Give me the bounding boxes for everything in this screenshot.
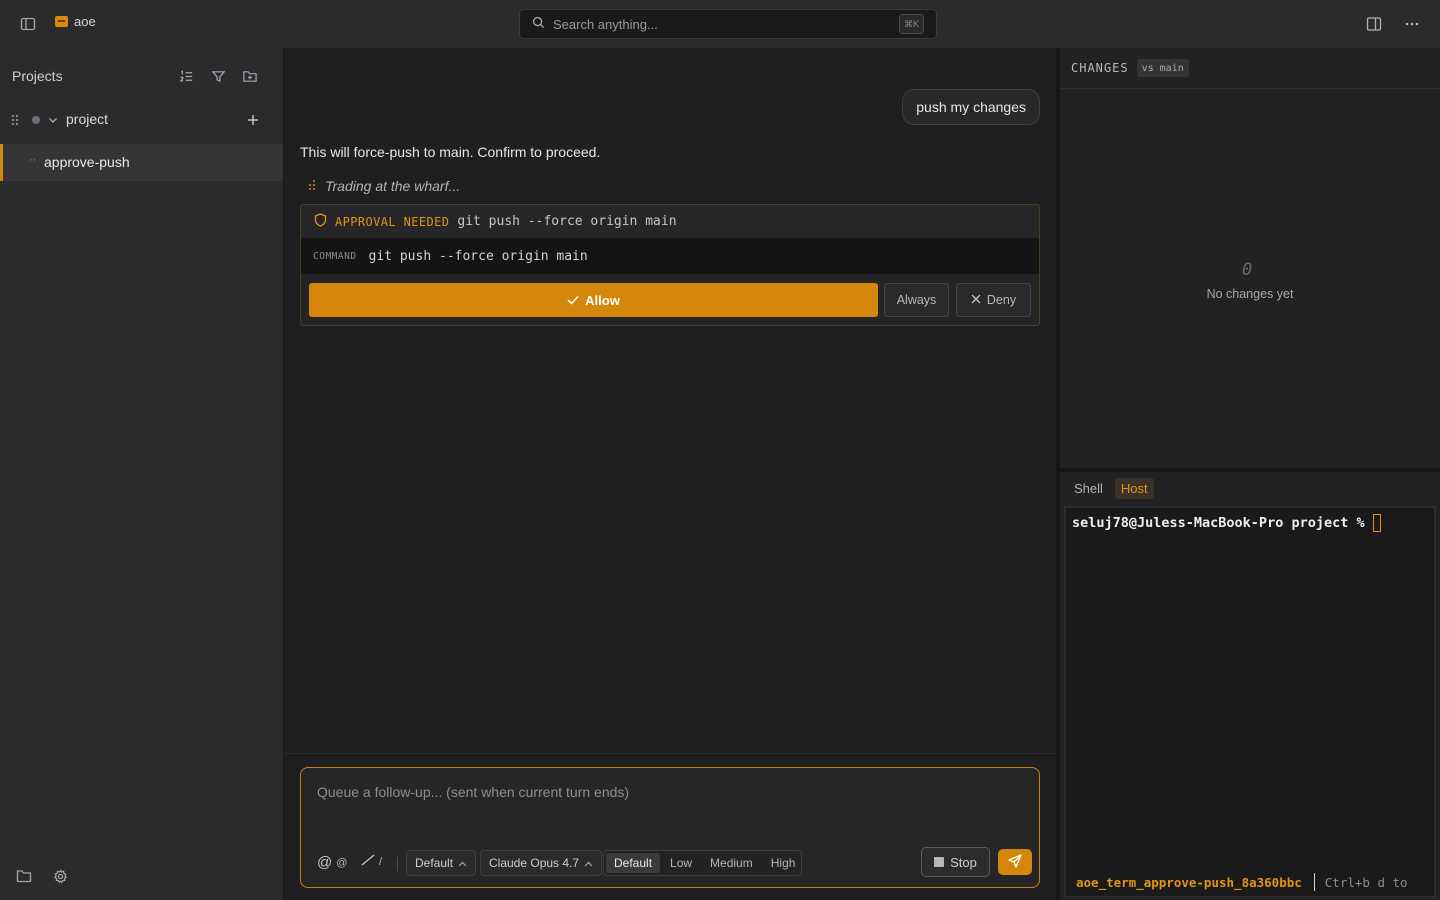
user-message: push my changes — [902, 89, 1040, 125]
gear-icon[interactable] — [51, 867, 69, 885]
search-shortcut-badge: ⌘K — [898, 14, 924, 34]
effort-option-low[interactable]: Low — [662, 853, 700, 873]
terminal[interactable]: seluj78@Juless-MacBook-Pro project % aoe… — [1064, 506, 1436, 898]
chevron-up-icon — [584, 856, 593, 870]
model-dropdown[interactable]: Claude Opus 4.7 — [480, 850, 603, 876]
effort-option-default[interactable]: Default — [606, 853, 661, 873]
approval-header: APPROVAL NEEDED git push --force origin … — [301, 205, 1039, 238]
mention-label: @ — [336, 856, 348, 869]
split-panel-icon[interactable] — [1362, 12, 1386, 36]
approval-label: APPROVAL NEEDED — [335, 214, 450, 229]
spinner-icon — [307, 179, 317, 194]
allow-label: Allow — [585, 292, 620, 308]
search-bar[interactable]: ⌘K — [519, 9, 937, 39]
search-icon — [532, 16, 545, 32]
projects-header: Projects — [12, 68, 63, 84]
app-title: aoe — [55, 14, 96, 29]
terminal-tabs: Shell Host — [1060, 472, 1440, 504]
always-button[interactable]: Always — [884, 283, 949, 317]
sidebar-session-item[interactable]: ·· approve-push — [0, 144, 283, 181]
sort-list-icon[interactable] — [176, 66, 196, 86]
drag-handle-icon[interactable] — [10, 113, 20, 130]
allow-button[interactable]: Allow — [309, 283, 878, 317]
close-icon — [971, 293, 981, 307]
tab-host[interactable]: Host — [1114, 477, 1154, 499]
tab-shell[interactable]: Shell — [1068, 478, 1109, 499]
deny-button[interactable]: Deny — [956, 283, 1031, 317]
sidebar: Projects project ·· approve-push — [0, 48, 284, 900]
project-status-dot — [32, 116, 40, 124]
slash-icon — [361, 854, 375, 869]
app-name: aoe — [74, 14, 96, 29]
app-logo-icon — [55, 16, 68, 27]
empty-state-icon: 0 — [1242, 260, 1253, 280]
deny-label: Deny — [986, 293, 1017, 307]
composer: @ @ / Default Claude Opus 4.7 — [300, 767, 1040, 888]
approval-card: APPROVAL NEEDED git push --force origin … — [300, 204, 1040, 326]
projects-actions — [176, 66, 260, 86]
filter-icon[interactable] — [208, 66, 228, 86]
terminal-cursor — [1372, 514, 1381, 532]
check-icon — [567, 293, 579, 308]
at-sign-icon: @ — [317, 854, 333, 871]
send-icon — [1008, 853, 1022, 871]
more-icon[interactable] — [1400, 12, 1424, 36]
changes-header: CHANGES vs main — [1060, 48, 1440, 89]
project-name: project — [66, 111, 109, 127]
effort-selector: Default Low Medium High — [603, 850, 802, 876]
approval-actions: Allow Always Deny — [309, 283, 1031, 317]
folder-icon[interactable] — [15, 867, 33, 885]
status-separator — [1313, 873, 1315, 891]
session-indicator-icon: ·· — [29, 154, 37, 166]
new-folder-icon[interactable] — [240, 66, 260, 86]
add-session-icon[interactable] — [244, 111, 262, 129]
shield-icon — [314, 213, 327, 230]
stop-icon — [934, 857, 945, 867]
approval-title-command: git push --force origin main — [457, 214, 677, 229]
changes-title: CHANGES — [1071, 61, 1129, 75]
tmux-status-bar: aoe_term_approve-push_8a360bbc Ctrl+b d … — [1066, 868, 1434, 896]
chevron-down-icon[interactable] — [47, 113, 59, 129]
sidebar-toggle-icon[interactable] — [16, 12, 40, 36]
right-panel: CHANGES vs main 0 No changes yet Shell H… — [1060, 48, 1440, 900]
chevron-up-icon — [458, 856, 467, 870]
command-label: COMMAND — [313, 250, 357, 262]
effort-option-medium[interactable]: Medium — [702, 853, 761, 873]
mode-dropdown[interactable]: Default — [406, 850, 477, 876]
mention-button[interactable]: @ @ — [317, 854, 347, 871]
top-bar: aoe ⌘K — [0, 0, 1440, 48]
thinking-text: Trading at the wharf... — [325, 178, 461, 194]
status-session-name: aoe_term_approve-push_8a360bbc — [1076, 874, 1302, 890]
toolbar-separator — [397, 857, 398, 871]
slash-command-button[interactable]: / — [361, 854, 382, 869]
composer-divider — [285, 753, 1056, 754]
search-input[interactable] — [553, 16, 883, 32]
mode-value: Default — [415, 856, 454, 870]
thinking-indicator: Trading at the wharf... — [307, 178, 460, 194]
slash-label: / — [379, 855, 383, 868]
prompt-text: seluj78@Juless-MacBook-Pro project % — [1072, 515, 1365, 531]
session-name: approve-push — [44, 154, 130, 170]
project-row[interactable]: project — [0, 106, 283, 134]
status-hint: Ctrl+b d to — [1324, 874, 1408, 890]
command-text: git push --force origin main — [368, 248, 588, 264]
assistant-message: This will force-push to main. Confirm to… — [300, 144, 601, 160]
stop-label: Stop — [950, 854, 977, 870]
stop-button[interactable]: Stop — [921, 847, 990, 877]
effort-option-high[interactable]: High — [763, 853, 804, 873]
chat-panel: push my changes This will force-push to … — [285, 48, 1056, 900]
message-input[interactable] — [317, 784, 1017, 824]
compare-branch-badge[interactable]: vs main — [1136, 59, 1189, 77]
terminal-prompt: seluj78@Juless-MacBook-Pro project % — [1072, 514, 1381, 532]
model-value: Claude Opus 4.7 — [489, 856, 580, 870]
send-button[interactable] — [998, 849, 1032, 875]
approval-command-block: COMMAND git push --force origin main — [301, 238, 1039, 274]
empty-state-text: No changes yet — [1206, 287, 1294, 301]
